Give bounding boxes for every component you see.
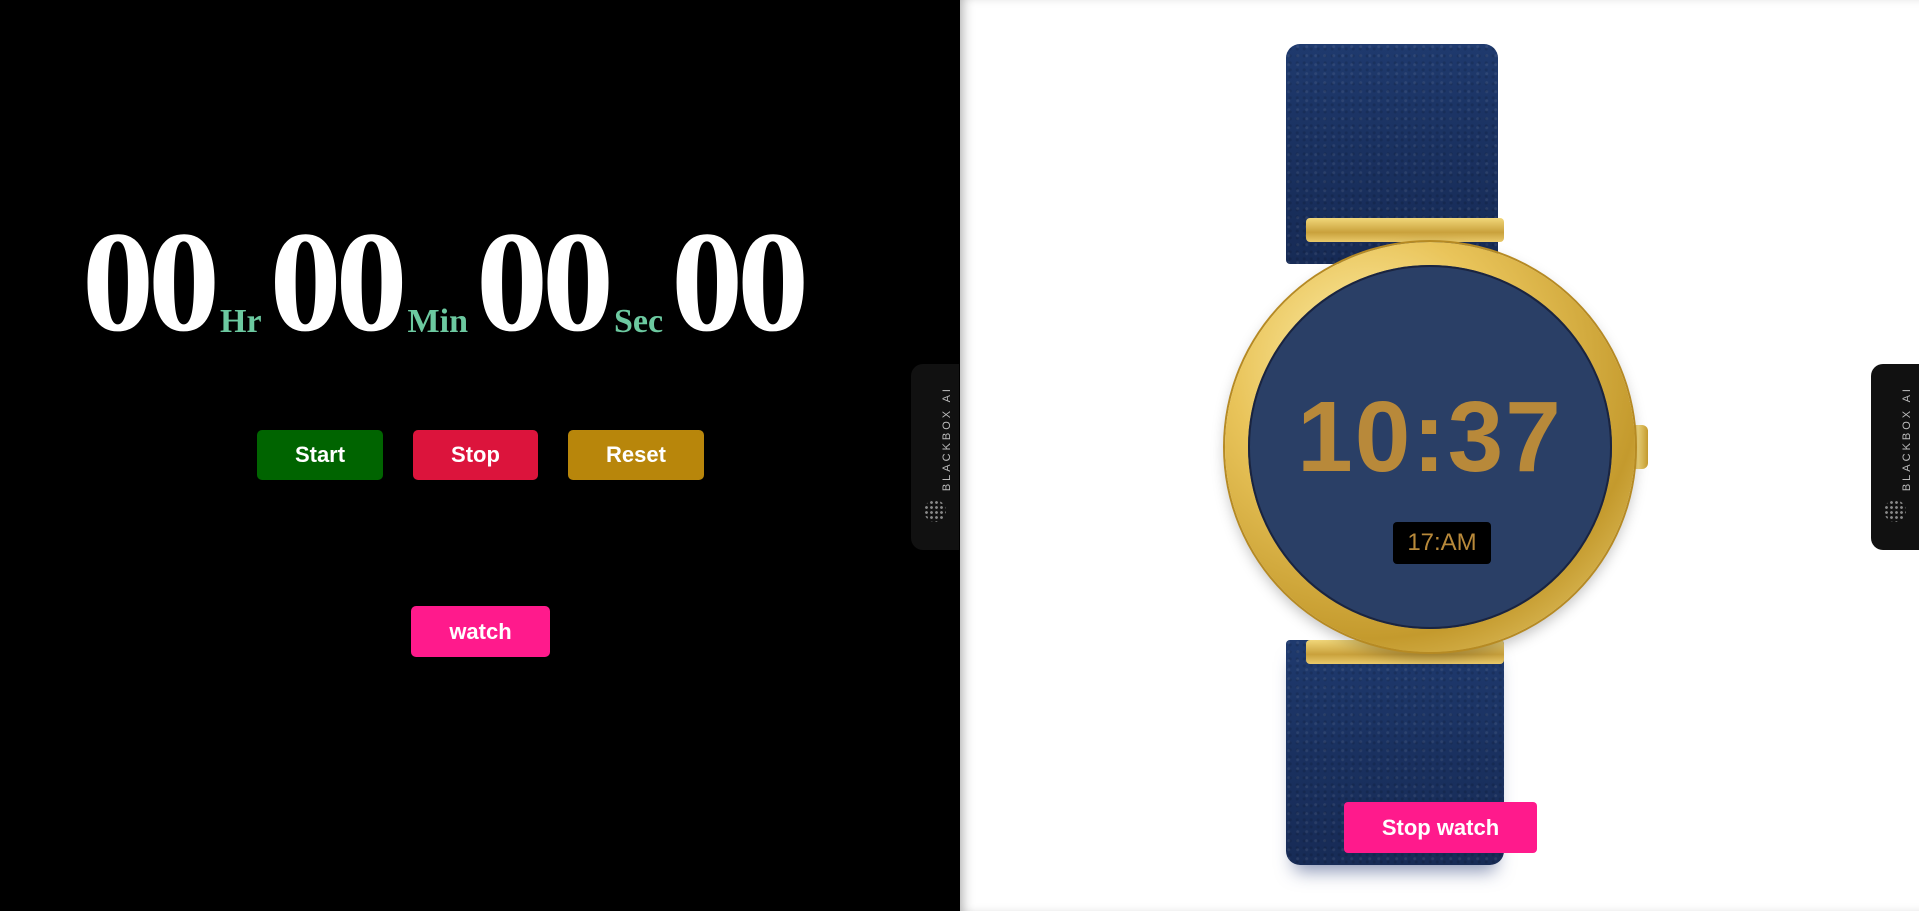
reset-button[interactable]: Reset [568,430,704,480]
centiseconds-value: 00 [671,203,809,362]
hours-value: 00 [82,203,220,362]
blackbox-label: BLACKBOX AI [1901,386,1913,492]
minutes-value: 00 [269,203,408,362]
watch-button[interactable]: watch [411,606,550,657]
dots-logo-icon [924,500,946,522]
stop-button[interactable]: Stop [413,430,538,480]
blackbox-side-tab[interactable]: BLACKBOX AI [911,364,959,550]
minutes-unit: Min [407,303,468,340]
watch-pane: 10:37 17:AM Stop watch [960,0,1919,911]
watch-time: 10:37 [1297,381,1563,493]
start-button[interactable]: Start [257,430,383,480]
seconds-value: 00 [476,203,614,362]
watch-face: 10:37 17:AM [1248,265,1612,629]
watch-lug-top [1306,218,1504,242]
blackbox-label: BLACKBOX AI [941,386,953,492]
hours-unit: Hr [220,303,262,340]
dots-logo-icon [1884,500,1906,522]
stopwatch-pane: 00 Hr 00 Min 00 Sec 00 Start Stop Reset … [0,0,959,911]
stop-watch-button[interactable]: Stop watch [1344,802,1537,853]
watch-period-badge: 17:AM [1393,522,1491,564]
blackbox-side-tab-right[interactable]: BLACKBOX AI [1871,364,1919,550]
seconds-unit: Sec [614,303,664,340]
stopwatch-display: 00 Hr 00 Min 00 Sec 00 [82,203,809,362]
